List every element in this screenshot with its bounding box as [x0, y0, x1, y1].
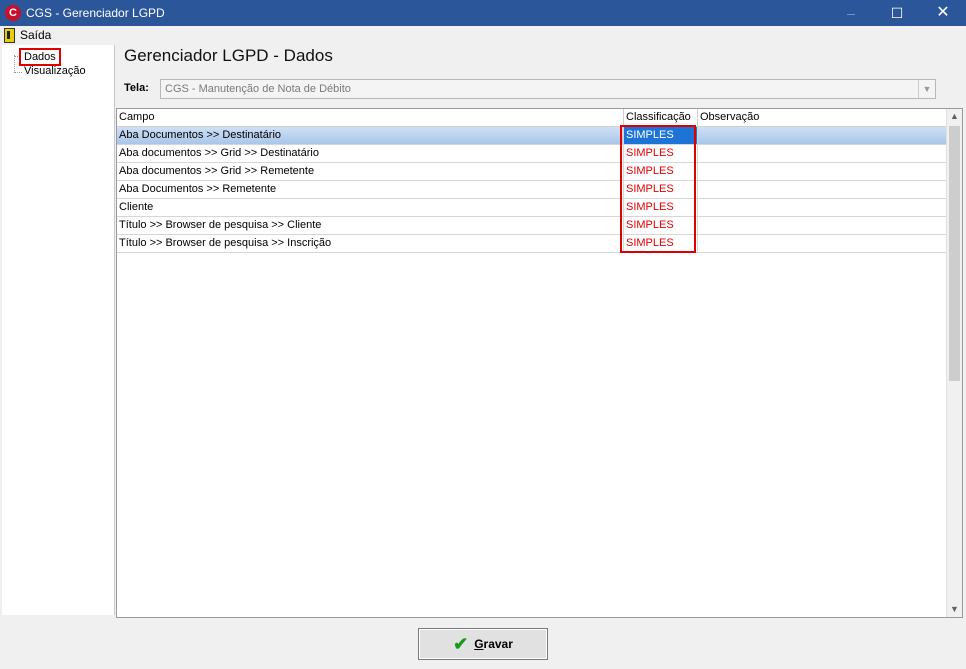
- column-header-observacao[interactable]: Observação: [698, 109, 947, 126]
- app-logo-icon: C: [5, 5, 21, 21]
- tree-item-visualizacao[interactable]: Visualização: [24, 65, 86, 77]
- cell-campo: Cliente: [117, 199, 624, 216]
- menu-exit[interactable]: Saída: [4, 27, 51, 43]
- cell-classificacao[interactable]: SIMPLES: [624, 199, 698, 216]
- cell-observacao[interactable]: [698, 199, 947, 216]
- cell-campo: Título >> Browser de pesquisa >> Inscriç…: [117, 235, 624, 252]
- cell-observacao[interactable]: [698, 217, 947, 234]
- cell-observacao[interactable]: [698, 127, 947, 144]
- title-bar: C CGS - Gerenciador LGPD – ☐ ✕: [0, 0, 966, 26]
- scroll-thumb[interactable]: [949, 126, 960, 381]
- cell-observacao[interactable]: [698, 163, 947, 180]
- table-row[interactable]: Aba Documentos >> Destinatário SIMPLES: [117, 127, 947, 145]
- navigation-tree: Dados Visualização: [2, 45, 115, 615]
- window-title: CGS - Gerenciador LGPD: [26, 6, 165, 20]
- tree-item-dados[interactable]: Dados: [19, 48, 61, 66]
- checkmark-icon: ✔: [453, 634, 469, 654]
- cell-campo: Aba Documentos >> Remetente: [117, 181, 624, 198]
- scroll-up-icon[interactable]: ▲: [947, 109, 962, 124]
- grid-header: Campo Classificação Observação: [117, 109, 947, 127]
- tela-label: Tela:: [124, 82, 149, 94]
- table-row[interactable]: Aba documentos >> Grid >> Remetente SIMP…: [117, 163, 947, 181]
- tela-dropdown-value: CGS - Manutenção de Nota de Débito: [165, 83, 351, 95]
- cell-observacao[interactable]: [698, 181, 947, 198]
- cell-classificacao[interactable]: SIMPLES: [624, 163, 698, 180]
- save-button-label: Gravar: [474, 637, 513, 651]
- save-button[interactable]: ✔ Gravar: [418, 628, 548, 660]
- cell-classificacao[interactable]: SIMPLES: [624, 217, 698, 234]
- cell-classificacao[interactable]: SIMPLES: [624, 181, 698, 198]
- table-row[interactable]: Título >> Browser de pesquisa >> Cliente…: [117, 217, 947, 235]
- chevron-down-icon[interactable]: ▼: [918, 80, 935, 98]
- cell-classificacao[interactable]: SIMPLES: [624, 235, 698, 252]
- cell-campo: Aba documentos >> Grid >> Destinatário: [117, 145, 624, 162]
- door-exit-icon: [4, 27, 15, 43]
- table-row[interactable]: Aba documentos >> Grid >> Destinatário S…: [117, 145, 947, 163]
- cell-campo: Aba Documentos >> Destinatário: [117, 127, 624, 144]
- tree-connector: [14, 72, 22, 73]
- page-title: Gerenciador LGPD - Dados: [124, 46, 333, 65]
- cell-observacao[interactable]: [698, 145, 947, 162]
- menu-bar: Saída: [1, 26, 965, 44]
- tree-connector: [14, 55, 15, 73]
- maximize-button[interactable]: ☐: [874, 0, 920, 26]
- fields-grid: Campo Classificação Observação Aba Docum…: [116, 108, 963, 618]
- cell-classificacao[interactable]: SIMPLES: [624, 127, 698, 144]
- cell-classificacao[interactable]: SIMPLES: [624, 145, 698, 162]
- cell-campo: Título >> Browser de pesquisa >> Cliente: [117, 217, 624, 234]
- table-row[interactable]: Aba Documentos >> Remetente SIMPLES: [117, 181, 947, 199]
- minimize-button[interactable]: –: [828, 0, 874, 26]
- cell-campo: Aba documentos >> Grid >> Remetente: [117, 163, 624, 180]
- menu-exit-label: Saída: [20, 28, 52, 42]
- cell-observacao[interactable]: [698, 235, 947, 252]
- table-row[interactable]: Cliente SIMPLES: [117, 199, 947, 217]
- column-header-campo[interactable]: Campo: [117, 109, 624, 126]
- table-row[interactable]: Título >> Browser de pesquisa >> Inscriç…: [117, 235, 947, 253]
- column-header-classificacao[interactable]: Classificação: [624, 109, 698, 126]
- tela-dropdown[interactable]: CGS - Manutenção de Nota de Débito ▼: [160, 79, 936, 99]
- close-button[interactable]: ✕: [920, 0, 966, 26]
- vertical-scrollbar[interactable]: ▲ ▼: [946, 109, 962, 617]
- scroll-down-icon[interactable]: ▼: [947, 602, 962, 617]
